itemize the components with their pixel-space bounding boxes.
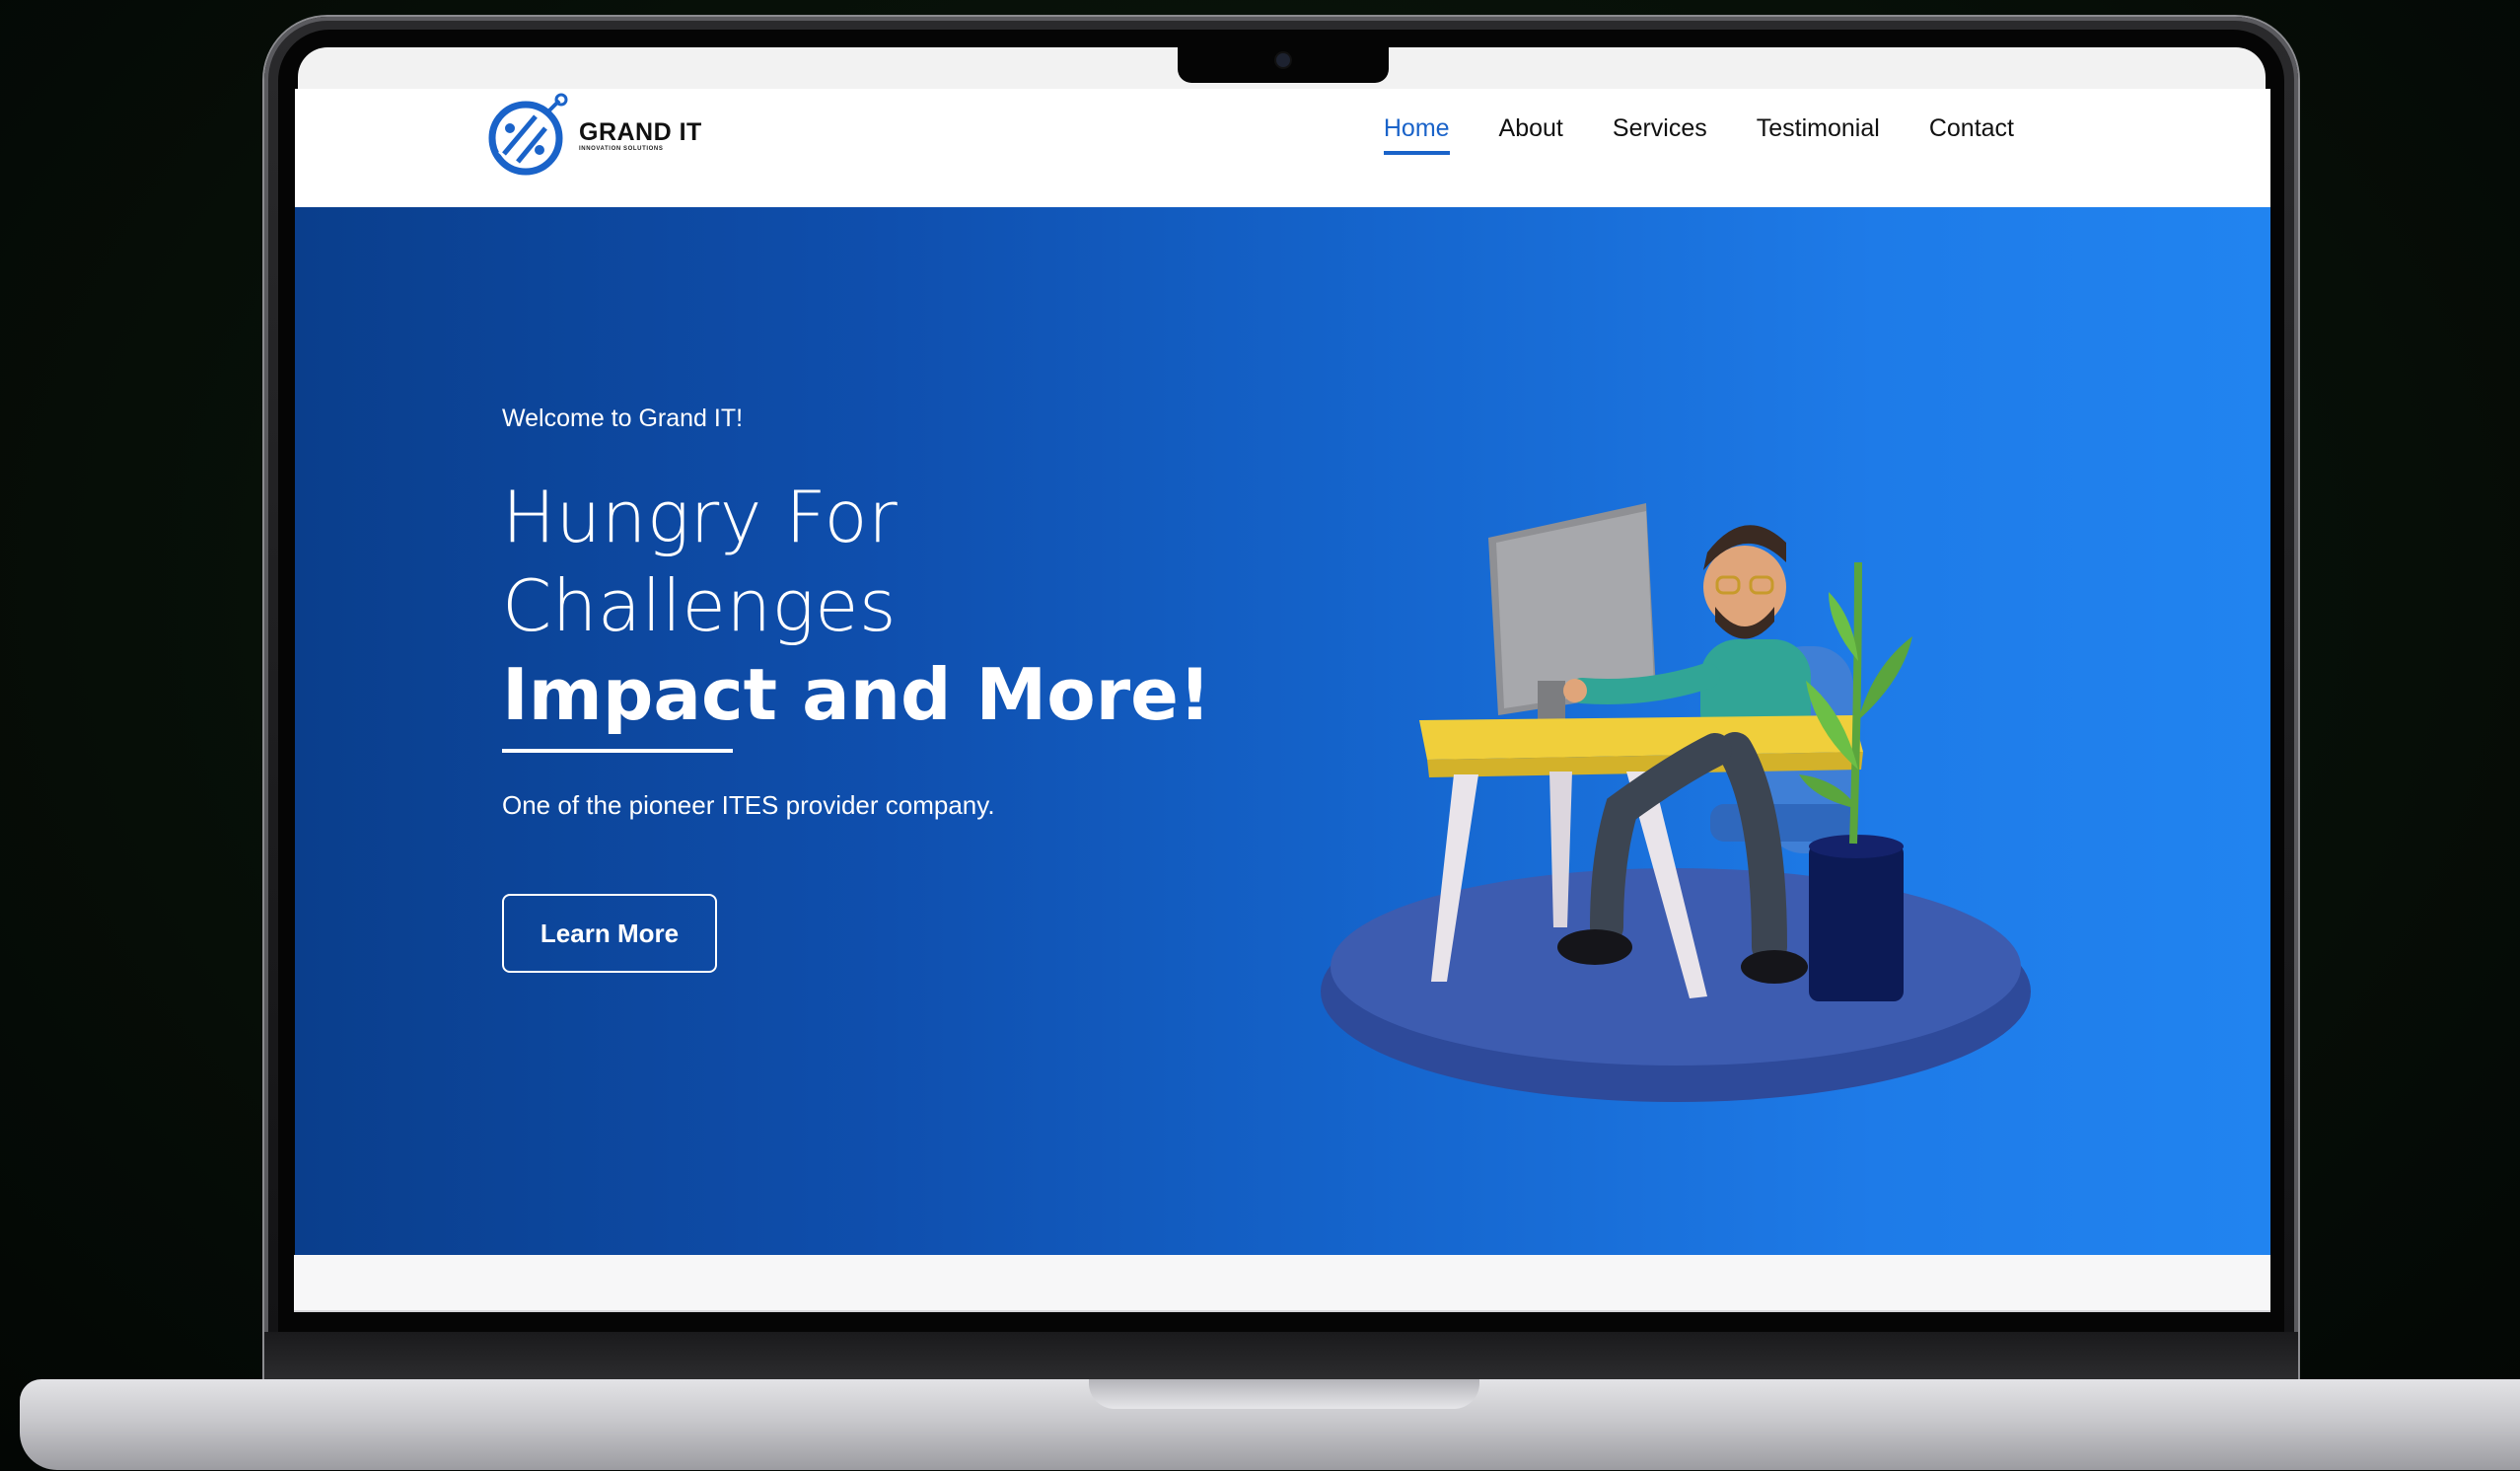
nav-item-contact[interactable]: Contact — [1929, 114, 2014, 155]
brand-text: GRAND IT INNOVATION SOLUTIONS — [579, 118, 702, 152]
nav-item-services[interactable]: Services — [1613, 114, 1707, 155]
hero-welcome-text: Welcome to Grand IT! — [502, 405, 744, 432]
camera-notch — [1178, 45, 1389, 83]
laptop-base — [20, 1379, 2520, 1470]
trackpad-notch — [1089, 1379, 1479, 1409]
main-nav: Home About Services Testimonial Contact — [1383, 114, 2014, 155]
hero-heading-line-1: Hungry For — [502, 476, 899, 558]
site-header: GRAND IT INNOVATION SOLUTIONS Home About… — [295, 89, 2270, 207]
hero-section: Welcome to Grand IT! Hungry For Challeng… — [295, 207, 2270, 1255]
brand-logo-link[interactable]: GRAND IT INNOVATION SOLUTIONS — [486, 93, 702, 178]
brand-name: GRAND IT — [579, 118, 702, 146]
hero-copy: Welcome to Grand IT! Hungry For Challeng… — [502, 405, 1252, 973]
brand-tagline: INNOVATION SOLUTIONS — [579, 146, 664, 152]
webcam-icon — [1276, 53, 1290, 67]
nav-item-about[interactable]: About — [1499, 114, 1563, 155]
laptop-hinge — [264, 1332, 2298, 1379]
person-at-desk-illustration — [1321, 395, 2051, 1105]
hero-heading-line-2: Challenges — [502, 564, 897, 647]
nav-item-home[interactable]: Home — [1383, 114, 1450, 155]
grand-it-logo-icon — [486, 93, 571, 178]
screen-bottom-strip — [294, 1255, 2270, 1312]
website-viewport: GRAND IT INNOVATION SOLUTIONS Home About… — [295, 89, 2270, 1255]
hero-subtitle: One of the pioneer ITES provider company… — [502, 790, 995, 820]
hero-heading-line-3: Impact and More! — [502, 653, 1211, 736]
learn-more-button[interactable]: Learn More — [502, 894, 717, 973]
hero-divider — [502, 749, 733, 753]
nav-item-testimonial[interactable]: Testimonial — [1757, 114, 1880, 155]
